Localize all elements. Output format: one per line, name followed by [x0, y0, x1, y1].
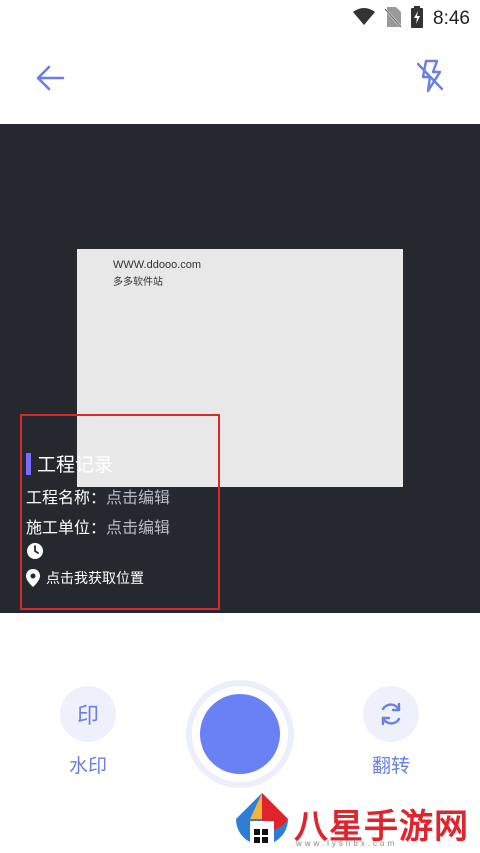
site-logo: 八星手游网 www.lyshbx.com: [232, 791, 480, 853]
battery-icon: [411, 6, 424, 32]
flash-off-button[interactable]: [410, 56, 450, 96]
project-name-label: 工程名称：: [26, 488, 107, 507]
flash-off-icon: [416, 59, 444, 93]
paper-text-site: 多多软件站: [113, 277, 163, 288]
contractor-value[interactable]: 点击编辑: [106, 518, 170, 537]
watermark-title: 工程记录: [37, 454, 114, 476]
shutter-core: [200, 694, 280, 774]
shutter-button[interactable]: [186, 680, 294, 788]
location-row[interactable]: 点击我获取位置: [26, 568, 144, 588]
watermark-stamp-icon: 印: [76, 704, 99, 729]
wifi-icon: [353, 8, 376, 30]
clock-time: 8:46: [433, 8, 470, 29]
watermark-label: 水印: [68, 755, 107, 777]
site-logo-url: www.lyshbx.com: [296, 839, 398, 848]
top-toolbar: [0, 34, 480, 124]
arrow-left-icon: [36, 65, 65, 91]
camera-preview[interactable]: WWW.ddooo.com 多多软件站 工程记录 工程名称：点击编辑 施工单位：…: [0, 124, 480, 613]
contractor-row[interactable]: 施工单位：点击编辑: [26, 514, 170, 538]
project-name-row[interactable]: 工程名称：点击编辑: [26, 484, 170, 508]
location-pin-icon: [26, 569, 40, 587]
shutter-ring: [192, 686, 288, 782]
watermark-button[interactable]: 印: [60, 686, 116, 742]
status-bar: 8:46: [0, 0, 480, 34]
refresh-icon: [381, 702, 401, 726]
back-button[interactable]: [30, 58, 70, 98]
contractor-label: 施工单位：: [26, 518, 107, 537]
watermark-overlay[interactable]: 工程记录 工程名称：点击编辑 施工单位：点击编辑 点击我获取位置: [20, 414, 220, 610]
paper-text-url: WWW.ddooo.com: [113, 259, 202, 271]
status-icons: 8:46: [353, 6, 470, 32]
project-name-value[interactable]: 点击编辑: [106, 488, 170, 507]
no-sim-icon: [384, 7, 402, 31]
clock-icon: [26, 542, 44, 564]
site-logo-mark-icon: [236, 793, 288, 853]
flip-label: 翻转: [371, 755, 410, 777]
watermark-title-row: 工程记录: [26, 450, 113, 477]
title-accent-bar: [26, 452, 31, 475]
location-text: 点击我获取位置: [46, 571, 144, 587]
bottom-controls: 印 水印 翻转 八星手游网 www.lyshbx.com: [0, 613, 480, 853]
flip-camera-button[interactable]: [363, 686, 419, 742]
